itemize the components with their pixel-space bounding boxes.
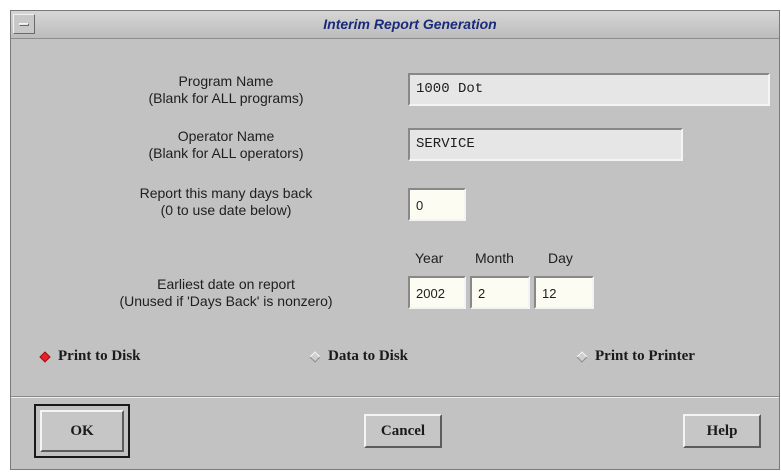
earliest-date-label: Earliest date on report (Unused if 'Days… [66, 276, 386, 310]
month-header: Month [475, 250, 514, 266]
earliest-date-label-line1: Earliest date on report [157, 276, 295, 292]
cancel-button[interactable]: Cancel [364, 414, 442, 448]
help-button[interactable]: Help [683, 414, 761, 448]
month-input[interactable]: 2 [470, 276, 530, 309]
days-back-label-line2: (0 to use date below) [160, 202, 292, 218]
window-title: Interim Report Generation [323, 16, 497, 32]
program-name-input[interactable]: 1000 Dot [408, 73, 770, 106]
days-back-label-line1: Report this many days back [139, 185, 313, 201]
radio-print-to-printer-label: Print to Printer [595, 348, 695, 364]
day-header: Day [548, 250, 573, 266]
operator-name-label-line1: Operator Name [177, 128, 275, 144]
program-name-label: Program Name (Blank for ALL programs) [101, 73, 351, 107]
earliest-date-label-line2: (Unused if 'Days Back' is nonzero) [119, 293, 333, 309]
days-back-input[interactable]: 0 [408, 188, 466, 221]
year-input[interactable]: 2002 [408, 276, 466, 309]
radio-print-to-disk-label: Print to Disk [58, 348, 141, 364]
button-separator [11, 396, 779, 398]
radio-unselected-icon [309, 350, 321, 363]
radio-data-to-disk[interactable]: Data to Disk [309, 348, 409, 365]
ok-button[interactable]: OK [40, 410, 124, 452]
radio-print-to-printer[interactable]: Print to Printer [576, 348, 695, 365]
radio-data-to-disk-label: Data to Disk [328, 348, 409, 364]
year-header: Year [415, 250, 444, 266]
day-input[interactable]: 12 [534, 276, 594, 309]
title-bar[interactable]: Interim Report Generation [11, 11, 779, 39]
operator-name-input[interactable]: SERVICE [408, 128, 683, 161]
program-name-label-line1: Program Name [178, 73, 274, 89]
radio-print-to-disk[interactable]: Print to Disk [39, 348, 141, 365]
radio-selected-icon [39, 350, 51, 363]
radio-unselected-icon [576, 350, 588, 363]
window-menu-button[interactable] [13, 14, 35, 34]
operator-name-label: Operator Name (Blank for ALL operators) [101, 128, 351, 162]
interim-report-dialog: Interim Report Generation Program Name (… [10, 10, 780, 470]
program-name-label-line2: (Blank for ALL programs) [148, 90, 304, 106]
window-menu-icon [19, 23, 29, 26]
days-back-label: Report this many days back (0 to use dat… [81, 185, 371, 219]
operator-name-label-line2: (Blank for ALL operators) [148, 145, 304, 161]
